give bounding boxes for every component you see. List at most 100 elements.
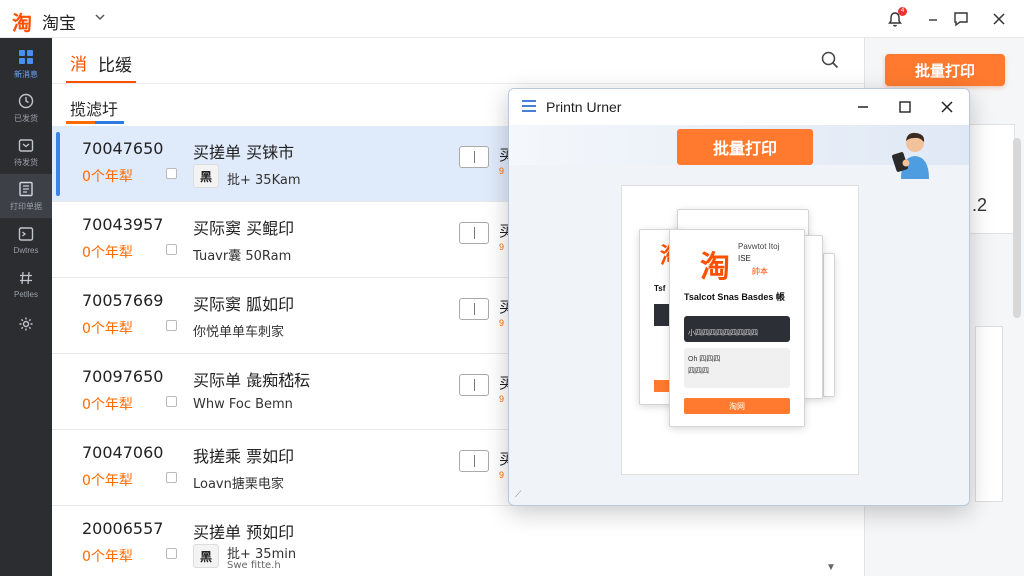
chevron-down-icon[interactable]	[94, 10, 106, 26]
nav-item-petlles[interactable]: Petlles	[0, 262, 52, 306]
order-qty: 0个年犁	[82, 321, 133, 337]
row-checkbox[interactable]	[166, 472, 177, 483]
search-icon[interactable]	[820, 50, 842, 72]
minimize-icon[interactable]	[922, 8, 944, 30]
minimize-icon[interactable]	[851, 95, 875, 119]
maximize-icon[interactable]	[893, 95, 917, 119]
dialog-title: Printn Urner	[546, 99, 622, 115]
order-subtitle-secondary: Swe fitte.h	[227, 560, 281, 571]
order-qty: 0个年犁	[82, 549, 133, 565]
main-tab[interactable]: 比缓	[98, 51, 132, 76]
order-peek-value: 9	[499, 318, 505, 328]
nav-label: 新消息	[14, 70, 38, 79]
info-value: .2	[972, 195, 988, 215]
box-icon	[17, 136, 35, 154]
nav-label: 已发货	[14, 114, 38, 123]
order-qty: 0个年犁	[82, 397, 133, 413]
preview-card-text: 帥本	[752, 267, 768, 276]
menu-icon[interactable]	[521, 99, 537, 113]
order-qty: 0个年犁	[82, 473, 133, 489]
row-checkbox[interactable]	[166, 244, 177, 255]
main-header: 消 比缓	[52, 38, 864, 84]
preview-card-front[interactable]: 淘 Pavwtot Itoj ISE 帥本 Tsalcot Snas Basde…	[669, 229, 805, 427]
preview-card-text: Pavwtot Itoj	[738, 242, 780, 251]
order-id: 70057669	[82, 291, 164, 310]
taobao-logo: 淘	[12, 11, 32, 35]
order-peek-value: 9	[499, 394, 505, 404]
left-nav-sidebar: 新消息 已发货 待发货 打印单据 Dwtres Petlles	[0, 38, 52, 576]
nav-item-dwtres[interactable]: Dwtres	[0, 218, 52, 262]
nav-item-print-docs[interactable]: 打印单据	[0, 174, 52, 218]
nav-item-settings[interactable]	[0, 302, 52, 346]
grid-icon	[17, 48, 35, 66]
subtab-underline	[66, 121, 124, 124]
order-title: 买际窦 买鲲印	[193, 219, 295, 238]
chat-icon[interactable]	[950, 8, 972, 30]
preview-card-text: ISE	[738, 254, 751, 263]
order-subtitle: 批+ 35Kam	[227, 173, 301, 188]
row-action-button[interactable]	[459, 374, 489, 396]
nav-label: 打印单据	[10, 202, 42, 211]
order-id: 70047650	[82, 139, 164, 158]
order-title: 买际窦 胍如印	[193, 295, 295, 314]
nav-item-shipped[interactable]: 已发货	[0, 86, 52, 130]
tab-icon: 消	[70, 55, 87, 75]
preview-card-button: 淘网	[684, 398, 790, 414]
row-action-button[interactable]	[459, 146, 489, 168]
nav-label: Petlles	[13, 290, 38, 299]
notification-badge: 4	[898, 7, 907, 16]
preview-card-text: Oh 四四四	[688, 356, 721, 363]
hash-icon	[17, 269, 35, 287]
tab-underline	[66, 81, 136, 83]
row-checkbox[interactable]	[166, 168, 177, 179]
row-action-button[interactable]	[459, 450, 489, 472]
terminal-icon	[17, 225, 35, 243]
row-action-button[interactable]	[459, 298, 489, 320]
scroll-down-arrow-icon[interactable]: ▼	[826, 562, 836, 573]
subtab[interactable]: 揽滤圩	[70, 96, 118, 120]
printer-doc-icon	[17, 180, 35, 198]
row-checkbox[interactable]	[166, 548, 177, 559]
print-dialog: Printn Urner 批量打印 淘 Tsf 淘 Pavwtot Itoj	[508, 88, 970, 506]
order-subtitle: Whw Foc Bemn	[193, 397, 293, 412]
order-id: 70097650	[82, 367, 164, 386]
dialog-titlebar: Printn Urner	[509, 89, 969, 125]
batch-print-button[interactable]: 批量打印	[885, 54, 1005, 86]
row-checkbox[interactable]	[166, 320, 177, 331]
row-checkbox[interactable]	[166, 396, 177, 407]
close-icon[interactable]	[988, 8, 1010, 30]
bell-icon[interactable]: 4	[884, 7, 907, 30]
app-title: 淘宝	[42, 14, 76, 34]
preview-card-text: 四四四	[688, 368, 709, 375]
preview-card-text: 小四四四四四四四四四	[688, 330, 758, 337]
order-id: 70047060	[82, 443, 164, 462]
preview-card-back	[823, 253, 835, 397]
nav-item-pending[interactable]: 待发货	[0, 130, 52, 174]
scrollbar[interactable]	[1013, 138, 1021, 318]
row-action-button[interactable]	[459, 222, 489, 244]
order-qty: 0个年犁	[82, 169, 133, 185]
order-qty: 0个年犁	[82, 245, 133, 261]
order-subtitle: Tuavr囊 50Ram	[193, 249, 292, 264]
order-title: 我搓乘 票如印	[193, 447, 295, 466]
dialog-batch-print-button[interactable]: 批量打印	[677, 129, 813, 165]
order-title: 买搓单 买铼市	[193, 143, 295, 162]
user-avatar-illustration	[889, 129, 939, 179]
resize-grip-icon[interactable]: ⟋	[515, 489, 521, 500]
close-icon[interactable]	[935, 95, 959, 119]
taobao-logo: 淘	[700, 250, 730, 285]
side-card	[975, 326, 1003, 502]
order-peek-value: 9	[499, 470, 505, 480]
product-thumbnail: 黑	[193, 164, 219, 188]
product-thumbnail: 黑	[193, 544, 219, 568]
preview-card-heading: Tsalcot Snas Basdes 帳	[684, 292, 785, 302]
order-title: 买际单 彘痴嵇秐	[193, 371, 311, 390]
title-bar: 淘 淘宝 4	[0, 0, 1024, 38]
order-id: 20006557	[82, 519, 164, 538]
nav-label: 待发货	[14, 158, 38, 167]
preview-card-text: Tsf	[654, 284, 666, 293]
order-subtitle: 你悦单单车刺家	[193, 325, 285, 340]
nav-item-new-messages[interactable]: 新消息	[0, 42, 52, 86]
table-row[interactable]: 20006557 0个年犁 买搓单 预如印 黑 批+ 35min Swe fit…	[52, 506, 826, 576]
order-subtitle: Loavn搪栗电家	[193, 477, 284, 492]
